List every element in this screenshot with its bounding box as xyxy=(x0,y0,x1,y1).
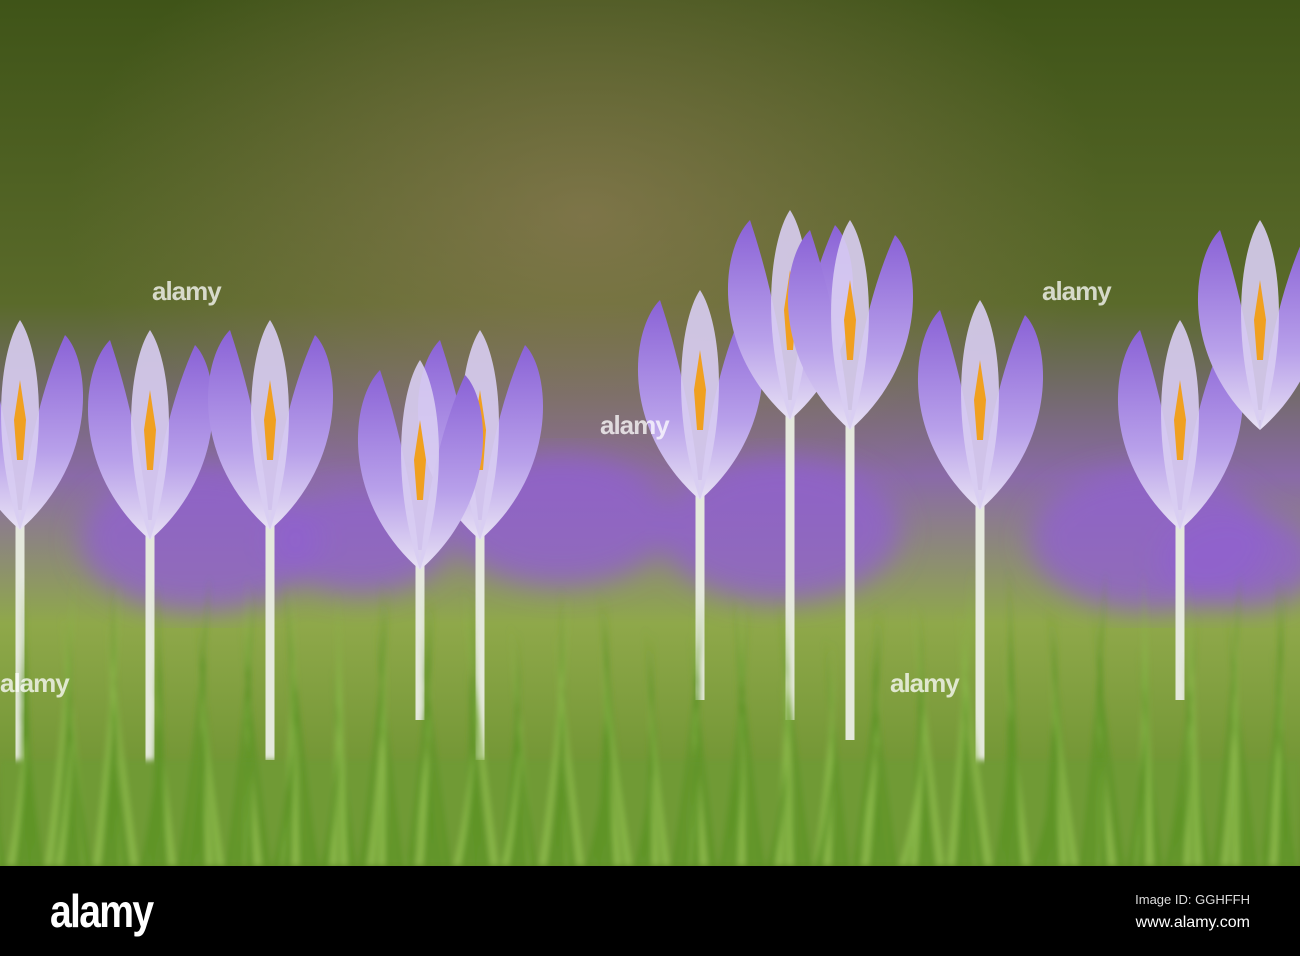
image-id: Image ID: GGHFFH xyxy=(1135,892,1250,907)
watermark: alamy xyxy=(0,668,70,698)
watermark: alamy xyxy=(890,668,960,698)
watermark: alamy xyxy=(1042,276,1112,306)
stock-photo-page: alamy alamy alamy alamy alamy alamy Imag… xyxy=(0,0,1300,956)
alamy-logo: alamy xyxy=(50,885,154,937)
website-link[interactable]: www.alamy.com xyxy=(1136,914,1250,932)
footer-bar: alamy Image ID: GGHFFH www.alamy.com xyxy=(0,866,1300,956)
watermark: alamy xyxy=(152,276,222,306)
watermark: alamy xyxy=(600,410,670,440)
